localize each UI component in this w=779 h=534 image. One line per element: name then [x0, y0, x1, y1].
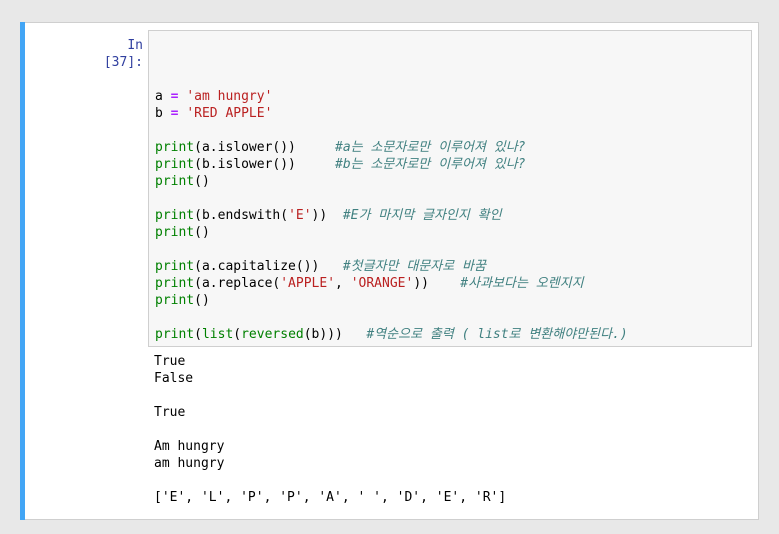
code-token-fn: print	[155, 208, 195, 223]
code-token-str: 'am hungry'	[186, 89, 273, 104]
code-line[interactable]: print(a.islower()) #a는 소문자로만 이루어져 있나?	[155, 139, 628, 156]
cell-output: True False True Am hungry am hungry ['E', 'L'…	[154, 353, 506, 506]
output-line: False	[154, 371, 194, 386]
code-token-cm: #E가 마지막 글자인지 확인	[342, 208, 502, 223]
code-token-plain: (a.replace(	[194, 276, 281, 291]
code-line[interactable]: print(a.capitalize()) #첫글자만 대문자로 바꿈	[155, 258, 628, 275]
code-token-fn: print	[155, 174, 195, 189]
code-token-fn: print	[155, 225, 195, 240]
code-line[interactable]: print(a.replace('APPLE', 'ORANGE')) #사과보…	[155, 275, 628, 292]
output-line: True	[154, 405, 186, 420]
code-line[interactable]: print()	[155, 292, 628, 309]
code-token-fn: reversed	[241, 327, 304, 342]
code-line[interactable]: b = 'RED APPLE'	[155, 105, 628, 122]
code-token-str: 'RED APPLE'	[186, 106, 273, 121]
code-token-plain: (b)))	[303, 327, 367, 342]
code-token-cm: #첫글자만 대문자로 바꿈	[342, 259, 486, 274]
code-line[interactable]: print(list(reversed(b))) #역순으로 출력 ( list…	[155, 326, 628, 343]
code-token-plain: ()	[194, 225, 210, 240]
code-token-plain: ()	[194, 174, 210, 189]
code-token-str: 'APPLE'	[280, 276, 336, 291]
input-prompt: In [37]:	[103, 38, 143, 70]
code-token-plain: (	[233, 327, 242, 342]
code-line[interactable]	[155, 190, 628, 207]
code-token-plain: b	[155, 106, 171, 121]
code-token-fn: print	[155, 157, 195, 172]
code-line[interactable]: print(b.endswith('E')) #E가 마지막 글자인지 확인	[155, 207, 628, 224]
code-token-str: 'ORANGE'	[350, 276, 414, 291]
cell-selection-indicator	[20, 22, 25, 520]
code-token-str: 'E'	[288, 208, 312, 223]
code-line[interactable]: a = 'am hungry'	[155, 88, 628, 105]
code-line[interactable]	[155, 71, 628, 88]
code-line[interactable]: print()	[155, 224, 628, 241]
code-token-fn: print	[155, 259, 195, 274]
code-token-cm: #a는 소문자로만 이루어져 있나?	[335, 140, 526, 155]
code-token-plain: ()	[194, 293, 210, 308]
code-token-plain: (b.islower())	[194, 157, 336, 172]
code-token-plain: ))	[413, 276, 461, 291]
code-token-plain: (a.islower())	[194, 140, 336, 155]
output-line: True	[154, 354, 186, 369]
code-token-plain: ))	[311, 208, 343, 223]
output-line: ['E', 'L', 'P', 'P', 'A', ' ', 'D', 'E',…	[154, 490, 507, 505]
code-editor[interactable]: a = 'am hungry' b = 'RED APPLE' print(a.is…	[155, 71, 628, 343]
code-cell[interactable]: In [37]: a = 'am hungry' b = 'RED APPLE' p…	[20, 22, 759, 520]
code-line[interactable]: print()	[155, 173, 628, 190]
output-line: Am hungry	[154, 439, 225, 454]
code-token-plain: a	[155, 89, 171, 104]
code-token-fn: print	[155, 140, 195, 155]
code-token-cm: #역순으로 출력 ( list로 변환해야만된다.)	[366, 327, 628, 342]
code-line[interactable]	[155, 241, 628, 258]
code-token-cm: #사과보다는 오렌지지	[460, 276, 584, 291]
code-token-fn: list	[201, 327, 234, 342]
code-token-plain: (a.capitalize())	[194, 259, 343, 274]
code-line[interactable]	[155, 309, 628, 326]
code-line[interactable]: print(b.islower()) #b는 소문자로만 이루어져 있나?	[155, 156, 628, 173]
output-line: am hungry	[154, 456, 225, 471]
code-input-area[interactable]: a = 'am hungry' b = 'RED APPLE' print(a.is…	[148, 30, 752, 347]
code-token-plain: (	[194, 327, 202, 342]
code-token-fn: print	[155, 327, 195, 342]
code-line[interactable]	[155, 122, 628, 139]
code-token-fn: print	[155, 276, 195, 291]
code-token-plain: (b.endswith(	[194, 208, 289, 223]
code-token-plain: ,	[335, 276, 351, 291]
code-token-fn: print	[155, 293, 195, 308]
code-token-cm: #b는 소문자로만 이루어져 있나?	[335, 157, 526, 172]
